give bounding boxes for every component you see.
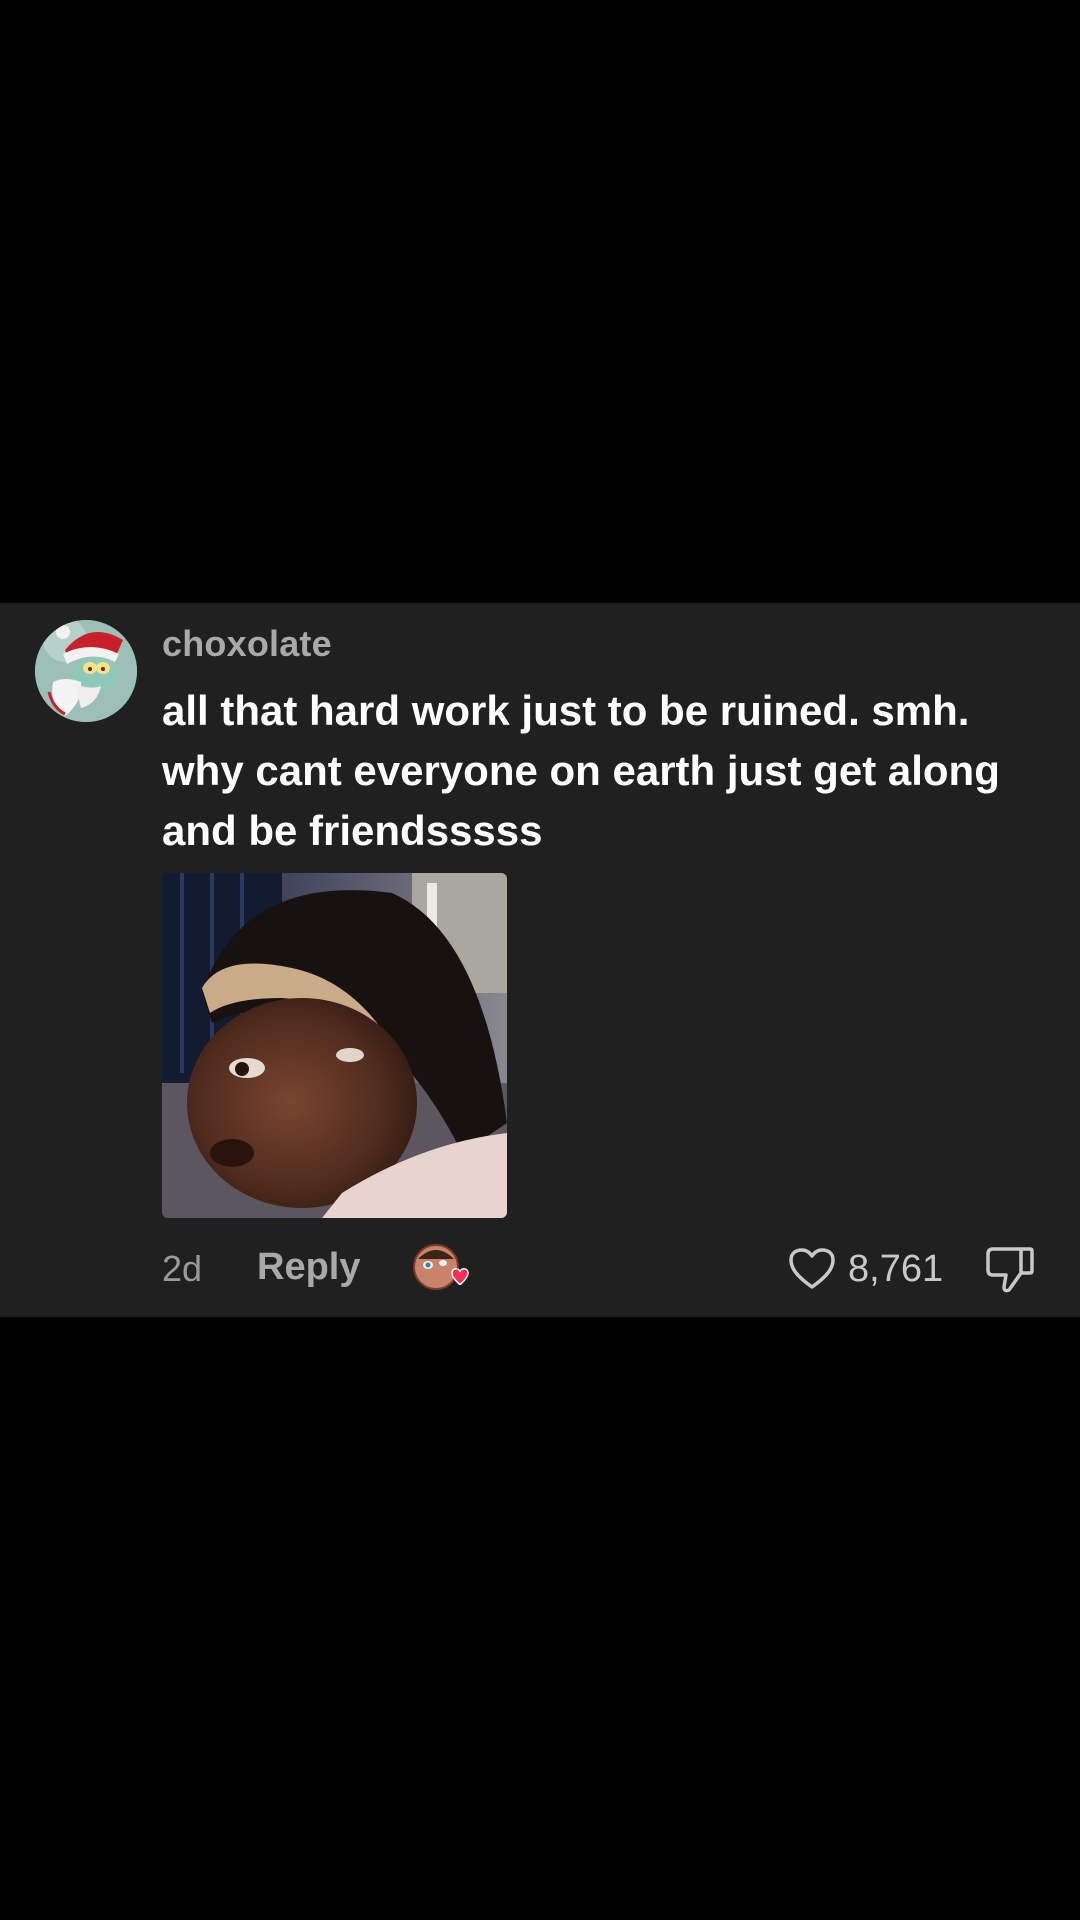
like-count: 8,761 — [848, 1247, 944, 1290]
page: choxolate all that hard work just to be … — [0, 0, 1080, 1920]
comment-footer: 2d Reply 8,761 — [0, 1243, 1080, 1303]
user-avatar[interactable] — [35, 620, 137, 722]
comment-text: all that hard work just to be ruined. sm… — [162, 687, 1000, 854]
username[interactable]: choxolate — [162, 623, 332, 665]
comment-timestamp: 2d — [162, 1248, 203, 1289]
dislike-button[interactable] — [983, 1243, 1037, 1295]
like-button[interactable]: 8,761 — [788, 1243, 943, 1295]
heart-outline-icon — [789, 1248, 835, 1289]
comment-image[interactable] — [162, 873, 507, 1218]
creator-liked-icon — [410, 1243, 470, 1295]
thumbs-down-icon — [986, 1247, 1034, 1293]
comment-card: choxolate all that hard work just to be … — [0, 603, 1080, 1317]
reply-button[interactable]: Reply — [257, 1246, 360, 1289]
